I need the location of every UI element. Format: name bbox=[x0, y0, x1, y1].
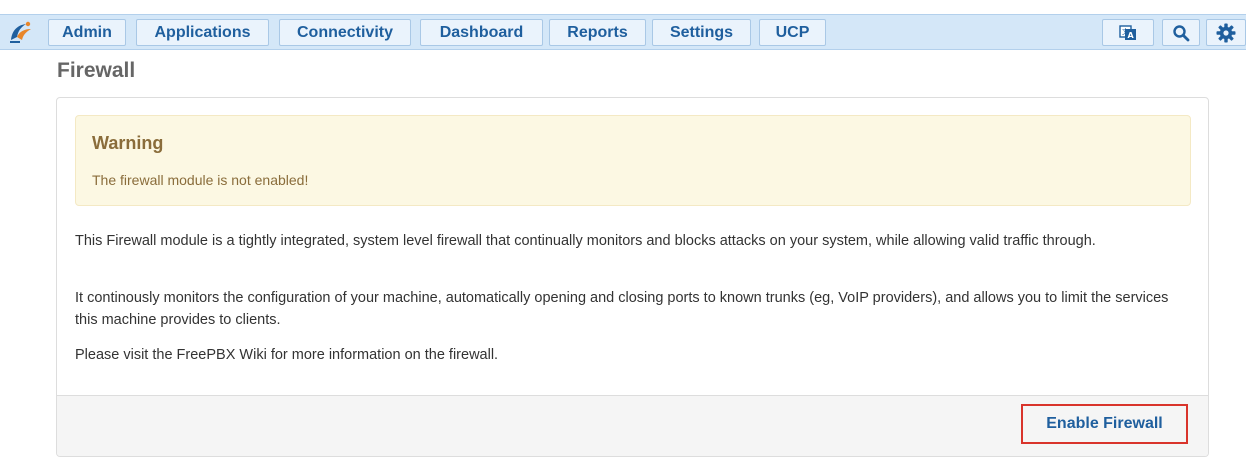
settings-button[interactable] bbox=[1206, 19, 1246, 46]
nav-ucp[interactable]: UCP bbox=[759, 19, 826, 46]
gear-icon bbox=[1216, 23, 1236, 42]
description-paragraph: This Firewall module is a tightly integr… bbox=[75, 233, 1096, 249]
wiki-info-paragraph: Please visit the FreePBX Wiki for more i… bbox=[75, 347, 499, 363]
nav-settings[interactable]: Settings bbox=[652, 19, 751, 46]
translate-icon: 文 A bbox=[1119, 24, 1136, 40]
warning-alert: Warning The firewall module is not enabl… bbox=[75, 115, 1191, 206]
page-title: Firewall bbox=[57, 59, 136, 82]
search-button[interactable] bbox=[1162, 19, 1200, 46]
nav-admin[interactable]: Admin bbox=[48, 19, 126, 46]
nav-reports[interactable]: Reports bbox=[549, 19, 646, 46]
language-button[interactable]: 文 A bbox=[1102, 19, 1154, 46]
firewall-panel: Warning The firewall module is not enabl… bbox=[56, 97, 1209, 457]
nav-applications[interactable]: Applications bbox=[136, 19, 269, 46]
nav-dashboard[interactable]: Dashboard bbox=[420, 19, 543, 46]
freepbx-logo-icon[interactable] bbox=[8, 20, 34, 44]
search-icon bbox=[1173, 24, 1190, 41]
description-paragraph: It continously monitors the configuratio… bbox=[75, 290, 1169, 328]
nav-connectivity[interactable]: Connectivity bbox=[279, 19, 411, 46]
alert-title: Warning bbox=[92, 133, 164, 153]
top-navbar: Admin Applications Connectivity Dashboar… bbox=[0, 14, 1246, 50]
panel-footer: Enable Firewall bbox=[57, 395, 1208, 456]
alert-message: The firewall module is not enabled! bbox=[92, 172, 309, 188]
enable-firewall-button[interactable]: Enable Firewall bbox=[1021, 404, 1188, 444]
svg-text:A: A bbox=[1128, 31, 1135, 40]
